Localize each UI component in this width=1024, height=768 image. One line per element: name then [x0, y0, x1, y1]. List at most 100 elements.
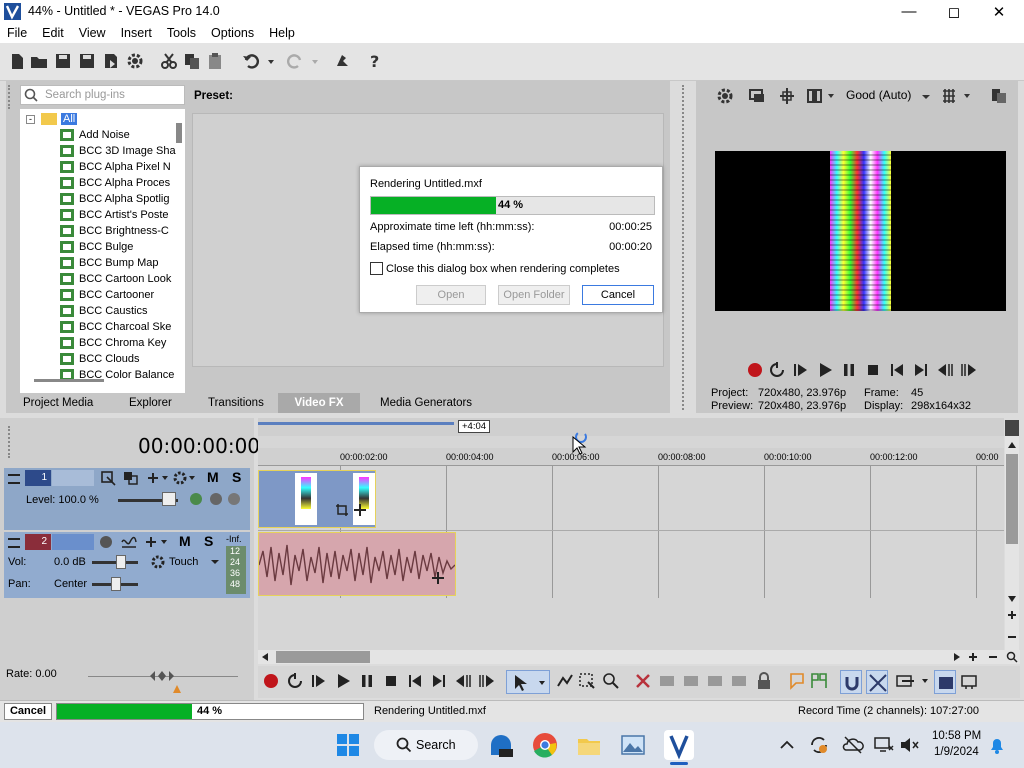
- plugin-item[interactable]: BCC Alpha Pixel N: [60, 159, 171, 175]
- video-event[interactable]: [258, 470, 376, 528]
- onedrive-offline-icon[interactable]: [842, 734, 864, 756]
- play-icon[interactable]: [334, 672, 352, 690]
- status-cancel-button[interactable]: Cancel: [4, 703, 52, 720]
- insert-marker-icon[interactable]: [788, 672, 806, 690]
- event-fx-icon[interactable]: [431, 571, 445, 585]
- stop-icon[interactable]: [382, 672, 400, 690]
- pause-icon[interactable]: [840, 361, 858, 379]
- record-button[interactable]: [748, 363, 762, 377]
- automation-gear-icon[interactable]: [150, 554, 166, 570]
- plugin-item[interactable]: BCC Artist's Poste: [60, 207, 169, 223]
- redo-icon[interactable]: [286, 52, 304, 70]
- h-zoom-out-icon[interactable]: [988, 652, 998, 662]
- tab-video-fx[interactable]: Video FX: [278, 393, 360, 413]
- parent-compositing-icon[interactable]: [122, 470, 140, 486]
- track-name-field[interactable]: [52, 470, 94, 486]
- solo-button[interactable]: S: [232, 469, 241, 485]
- menu-tools[interactable]: Tools: [160, 26, 204, 40]
- track-motion-icon[interactable]: [100, 470, 118, 486]
- menu-edit[interactable]: Edit: [35, 26, 72, 40]
- split-screen-icon[interactable]: [778, 87, 796, 105]
- minimize-button[interactable]: —: [886, 0, 932, 23]
- marker-flag-icon[interactable]: [1005, 420, 1019, 436]
- stop-icon[interactable]: [864, 361, 882, 379]
- mute-button[interactable]: M: [207, 469, 219, 485]
- open-folder-icon[interactable]: [30, 52, 48, 70]
- plugin-item[interactable]: BCC Brightness-C: [60, 223, 169, 239]
- tree-vscroll-thumb[interactable]: [176, 123, 182, 143]
- level-slider-thumb[interactable]: [162, 492, 176, 506]
- open-button[interactable]: Open: [416, 285, 486, 305]
- plugin-search-input[interactable]: Search plug-ins: [20, 85, 185, 105]
- menu-insert[interactable]: Insert: [114, 26, 160, 40]
- automation-chevron-down-icon[interactable]: [210, 555, 220, 569]
- audio-event[interactable]: [258, 532, 456, 596]
- marker-bar[interactable]: [258, 418, 1004, 436]
- tab-transitions[interactable]: Transitions: [204, 393, 268, 413]
- help-icon[interactable]: ?: [366, 52, 384, 70]
- close-on-complete-checkbox[interactable]: [370, 262, 383, 275]
- panel-grip[interactable]: [8, 85, 16, 109]
- time-ruler[interactable]: 00:00:02:00 00:00:04:00 00:00:06:00 00:0…: [258, 448, 1004, 466]
- clock-date[interactable]: 1/9/2024: [934, 746, 979, 758]
- event-pan-crop-icon[interactable]: [335, 503, 349, 517]
- save-as-icon[interactable]: [78, 52, 96, 70]
- volume-slider-track[interactable]: [92, 561, 138, 564]
- plugin-item[interactable]: BCC Cartoon Look: [60, 271, 171, 287]
- go-to-start-icon[interactable]: [406, 672, 424, 690]
- menu-view[interactable]: View: [72, 26, 114, 40]
- invert-phase-icon[interactable]: [120, 534, 138, 550]
- tab-media-generators[interactable]: Media Generators: [376, 393, 476, 413]
- render-as-icon[interactable]: [102, 52, 120, 70]
- taskbar-app-store-icon[interactable]: [488, 732, 514, 758]
- overlays-icon[interactable]: [806, 87, 836, 105]
- tab-explorer[interactable]: Explorer: [125, 393, 176, 413]
- cancel-render-button[interactable]: Cancel: [582, 285, 654, 305]
- video-track-header[interactable]: 1 M S Level: 100.0 %: [4, 468, 250, 530]
- network-icon[interactable]: [872, 734, 894, 756]
- start-button-icon[interactable]: [336, 733, 360, 757]
- pause-icon[interactable]: [358, 672, 376, 690]
- arm-record-icon[interactable]: [100, 536, 112, 548]
- paste-icon[interactable]: [206, 52, 224, 70]
- collapse-track-icon[interactable]: [8, 538, 20, 548]
- zoom-edit-tool-icon[interactable]: [602, 672, 620, 690]
- menu-help[interactable]: Help: [262, 26, 303, 40]
- ripple-edit-icon[interactable]: [894, 672, 932, 690]
- plugin-item[interactable]: BCC Alpha Proces: [60, 175, 170, 191]
- plugin-item[interactable]: BCC Bulge: [60, 239, 133, 255]
- zoom-in-icon[interactable]: [1007, 610, 1017, 620]
- preview-quality-dropdown[interactable]: Good (Auto): [846, 88, 911, 102]
- pan-slider-thumb[interactable]: [111, 577, 121, 591]
- timeline-vscroll[interactable]: [1005, 420, 1019, 650]
- taskbar-photos-icon[interactable]: [620, 732, 646, 758]
- new-file-icon[interactable]: [8, 52, 26, 70]
- maximize-button[interactable]: ◻: [931, 0, 977, 23]
- taskbar-search-box[interactable]: Search: [374, 730, 478, 760]
- go-to-start-icon[interactable]: [888, 361, 906, 379]
- go-to-end-icon[interactable]: [430, 672, 448, 690]
- panel-grip[interactable]: [682, 85, 690, 410]
- volume-slider-thumb[interactable]: [116, 555, 126, 569]
- clock-time[interactable]: 10:58 PM: [932, 730, 981, 742]
- play-icon[interactable]: [816, 361, 834, 379]
- whats-this-icon[interactable]: [334, 52, 352, 70]
- notification-bell-icon[interactable]: [988, 735, 1006, 755]
- close-button[interactable]: ✕: [976, 0, 1022, 23]
- rate-slider-thumb[interactable]: [148, 668, 176, 684]
- next-frame-icon[interactable]: [478, 672, 496, 690]
- undo-dropdown-icon[interactable]: [266, 52, 276, 70]
- collapse-icon[interactable]: -: [26, 114, 35, 124]
- track-fx-icon[interactable]: [144, 534, 170, 550]
- plugin-item[interactable]: BCC Charcoal Ske: [60, 319, 171, 335]
- normal-edit-tool[interactable]: [506, 670, 550, 694]
- taskbar-vegas-icon[interactable]: [664, 730, 694, 760]
- mute-button[interactable]: M: [179, 533, 191, 549]
- vscroll-thumb[interactable]: [1006, 454, 1018, 544]
- h-zoom-in-icon[interactable]: [968, 652, 978, 662]
- loop-icon[interactable]: [286, 672, 304, 690]
- scroll-up-icon[interactable]: [1007, 440, 1017, 450]
- open-folder-button[interactable]: Open Folder: [498, 285, 570, 305]
- sync-icon[interactable]: [808, 734, 830, 756]
- solo-button[interactable]: S: [204, 533, 213, 549]
